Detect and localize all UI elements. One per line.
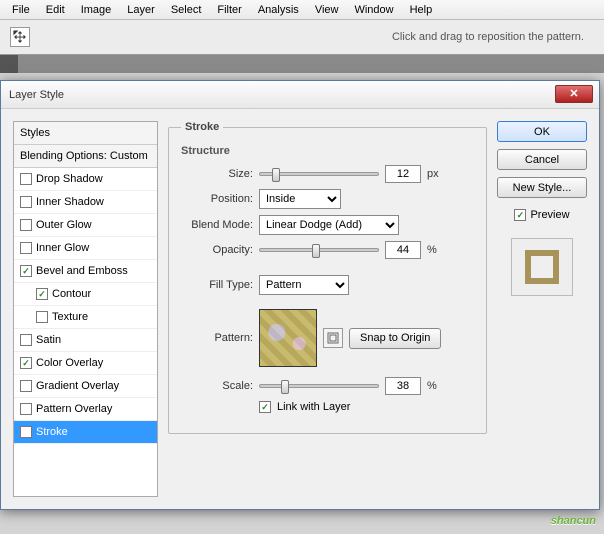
menu-analysis[interactable]: Analysis (250, 2, 307, 18)
stroke-group: Stroke Structure Size: px Position: Insi… (168, 121, 487, 434)
style-label: Texture (52, 311, 88, 323)
size-slider[interactable] (259, 172, 379, 176)
pattern-preset-button[interactable] (323, 328, 343, 348)
style-checkbox[interactable] (20, 219, 32, 231)
preview-thumbnail (511, 238, 573, 296)
tabstrip-collapse-icon[interactable] (0, 55, 18, 73)
style-item-inner-glow[interactable]: Inner Glow (14, 237, 157, 260)
pattern-label: Pattern: (181, 332, 253, 344)
style-label: Color Overlay (36, 357, 103, 369)
style-checkbox[interactable] (20, 265, 32, 277)
size-input[interactable] (385, 165, 421, 183)
menu-filter[interactable]: Filter (209, 2, 249, 18)
position-select[interactable]: Inside (259, 189, 341, 209)
menu-image[interactable]: Image (73, 2, 120, 18)
snap-to-origin-button[interactable]: Snap to Origin (349, 328, 441, 349)
menu-layer[interactable]: Layer (119, 2, 163, 18)
dialog-buttons: OK Cancel New Style... Preview (497, 121, 587, 497)
menu-bar: File Edit Image Layer Select Filter Anal… (0, 0, 604, 20)
options-hint: Click and drag to reposition the pattern… (392, 31, 584, 43)
link-with-layer-checkbox[interactable] (259, 401, 271, 413)
style-label: Stroke (36, 426, 68, 438)
opacity-input[interactable] (385, 241, 421, 259)
style-checkbox[interactable] (36, 311, 48, 323)
style-checkbox[interactable] (20, 173, 32, 185)
new-style-button[interactable]: New Style... (497, 177, 587, 198)
style-item-contour[interactable]: Contour (14, 283, 157, 306)
opacity-unit: % (427, 244, 437, 256)
link-with-layer-label: Link with Layer (277, 401, 350, 413)
styles-header[interactable]: Styles (14, 122, 157, 145)
cancel-button[interactable]: Cancel (497, 149, 587, 170)
menu-edit[interactable]: Edit (38, 2, 73, 18)
scale-unit: % (427, 380, 437, 392)
opacity-slider[interactable] (259, 248, 379, 252)
style-item-bevel-and-emboss[interactable]: Bevel and Emboss (14, 260, 157, 283)
style-checkbox[interactable] (20, 242, 32, 254)
move-tool-icon[interactable] (10, 27, 30, 47)
menu-select[interactable]: Select (163, 2, 210, 18)
filltype-select[interactable]: Pattern (259, 275, 349, 295)
style-label: Inner Shadow (36, 196, 104, 208)
menu-window[interactable]: Window (346, 2, 401, 18)
size-label: Size: (181, 168, 253, 180)
style-checkbox[interactable] (20, 357, 32, 369)
dialog-title: Layer Style (9, 89, 64, 101)
style-item-drop-shadow[interactable]: Drop Shadow (14, 168, 157, 191)
menu-file[interactable]: File (4, 2, 38, 18)
style-label: Inner Glow (36, 242, 89, 254)
scale-label: Scale: (181, 380, 253, 392)
style-item-color-overlay[interactable]: Color Overlay (14, 352, 157, 375)
new-preset-icon (327, 332, 339, 344)
blendmode-label: Blend Mode: (181, 219, 253, 231)
close-button[interactable]: ✕ (555, 85, 593, 103)
size-unit: px (427, 168, 439, 180)
style-label: Drop Shadow (36, 173, 103, 185)
watermark: shancun (551, 507, 596, 530)
style-checkbox[interactable] (20, 426, 32, 438)
style-item-inner-shadow[interactable]: Inner Shadow (14, 191, 157, 214)
scale-slider[interactable] (259, 384, 379, 388)
dialog-titlebar[interactable]: Layer Style ✕ (1, 81, 599, 109)
filltype-label: Fill Type: (181, 279, 253, 291)
layer-style-dialog: Layer Style ✕ Styles Blending Options: C… (0, 80, 600, 510)
style-checkbox[interactable] (20, 403, 32, 415)
style-item-pattern-overlay[interactable]: Pattern Overlay (14, 398, 157, 421)
style-item-stroke[interactable]: Stroke (14, 421, 157, 444)
style-label: Contour (52, 288, 91, 300)
menu-view[interactable]: View (307, 2, 347, 18)
menu-help[interactable]: Help (402, 2, 441, 18)
style-checkbox[interactable] (36, 288, 48, 300)
style-label: Outer Glow (36, 219, 92, 231)
preview-label: Preview (530, 209, 569, 221)
structure-label: Structure (181, 145, 474, 157)
blendmode-select[interactable]: Linear Dodge (Add) (259, 215, 399, 235)
pattern-swatch[interactable] (259, 309, 317, 367)
opacity-label: Opacity: (181, 244, 253, 256)
style-checkbox[interactable] (20, 196, 32, 208)
stroke-legend: Stroke (181, 121, 223, 133)
blending-options-item[interactable]: Blending Options: Custom (14, 145, 157, 168)
ok-button[interactable]: OK (497, 121, 587, 142)
document-tabstrip (0, 55, 604, 73)
position-label: Position: (181, 193, 253, 205)
scale-input[interactable] (385, 377, 421, 395)
style-label: Bevel and Emboss (36, 265, 128, 277)
options-bar: Click and drag to reposition the pattern… (0, 20, 604, 55)
style-label: Pattern Overlay (36, 403, 112, 415)
style-label: Gradient Overlay (36, 380, 119, 392)
stroke-settings-panel: Stroke Structure Size: px Position: Insi… (168, 121, 487, 497)
style-label: Satin (36, 334, 61, 346)
style-checkbox[interactable] (20, 380, 32, 392)
style-checkbox[interactable] (20, 334, 32, 346)
style-item-satin[interactable]: Satin (14, 329, 157, 352)
style-item-outer-glow[interactable]: Outer Glow (14, 214, 157, 237)
preview-checkbox[interactable] (514, 209, 526, 221)
styles-list: Styles Blending Options: Custom Drop Sha… (13, 121, 158, 497)
style-item-texture[interactable]: Texture (14, 306, 157, 329)
style-item-gradient-overlay[interactable]: Gradient Overlay (14, 375, 157, 398)
